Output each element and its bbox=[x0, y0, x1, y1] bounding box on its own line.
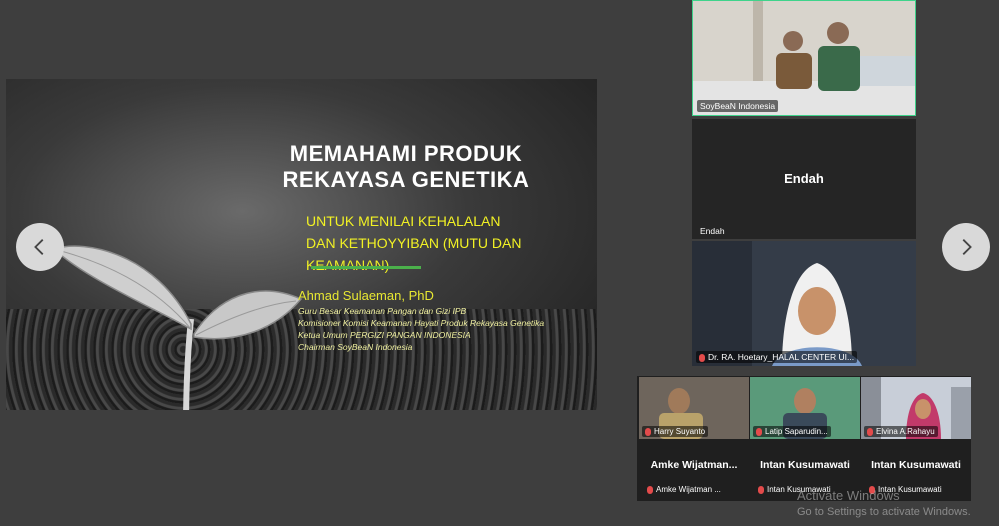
author-role: Guru Besar Keamanan Pangan dan Gizi IPB bbox=[298, 306, 467, 316]
participant-name: Latip Saparudin... bbox=[753, 426, 831, 437]
participant-name: Dr. RA. Hoetary_HALAL CENTER UI... bbox=[696, 351, 858, 363]
participant-name: SoyBeaN Indonesia bbox=[697, 100, 779, 112]
participant-name: Endah bbox=[700, 226, 725, 236]
participant-display-name: Intan Kusumawati bbox=[871, 459, 961, 471]
slide-author: Ahmad Sulaeman, PhD bbox=[298, 288, 434, 303]
participant-strip: Harry Suyanto Latip Saparudin... Elvina … bbox=[637, 376, 971, 501]
slide-title: MEMAHAMI PRODUK REKAYASA GENETIKA bbox=[282, 141, 530, 192]
name-tile-amke[interactable]: Amke Wijatman... Amke Wijatman ... bbox=[639, 443, 749, 501]
participant-display-name: Amke Wijatman... bbox=[650, 459, 738, 471]
mic-muted-icon bbox=[867, 427, 873, 436]
chevron-left-icon bbox=[34, 239, 44, 255]
mic-muted-icon bbox=[756, 427, 762, 436]
participant-name: Amke Wijatman ... bbox=[644, 484, 724, 495]
mic-muted-icon bbox=[758, 485, 764, 494]
participant-name: Harry Suyanto bbox=[642, 426, 709, 437]
seedling-image bbox=[52, 245, 303, 410]
author-role: Chairman SoyBeaN Indonesia bbox=[298, 342, 413, 352]
mic-muted-icon bbox=[699, 353, 705, 362]
mic-muted-icon bbox=[647, 485, 653, 494]
author-role: Ketua Umum PERGIZI PANGAN INDONESIA bbox=[298, 330, 471, 340]
chevron-right-icon bbox=[962, 239, 972, 255]
participant-name: Elvina A.Rahayu bbox=[864, 426, 938, 437]
previous-button[interactable] bbox=[16, 223, 64, 271]
mic-muted-icon bbox=[645, 427, 651, 436]
video-feed bbox=[692, 241, 916, 366]
video-tile-harry[interactable]: Harry Suyanto bbox=[639, 377, 749, 439]
activate-windows-watermark: Activate Windows Go to Settings to activ… bbox=[797, 488, 971, 518]
video-tile-elvina[interactable]: Elvina A.Rahayu bbox=[861, 377, 971, 439]
video-tile-dr-hoetary[interactable]: Dr. RA. Hoetary_HALAL CENTER UI... bbox=[692, 241, 916, 366]
video-tile-latip[interactable]: Latip Saparudin... bbox=[750, 377, 860, 439]
video-tile-endah[interactable]: Endah Endah bbox=[692, 119, 916, 239]
subtitle-underline bbox=[311, 266, 421, 269]
shared-slide: MEMAHAMI PRODUK REKAYASA GENETIKA UNTUK … bbox=[6, 79, 597, 410]
participant-display-name: Endah bbox=[784, 171, 824, 186]
participant-display-name: Intan Kusumawati bbox=[760, 459, 850, 471]
next-button[interactable] bbox=[942, 223, 990, 271]
video-tile-soybean[interactable]: SoyBeaN Indonesia bbox=[692, 0, 916, 116]
video-feed bbox=[693, 1, 915, 115]
author-role: Komisioner Komisi Keamanan Hayati Produk… bbox=[298, 318, 545, 328]
